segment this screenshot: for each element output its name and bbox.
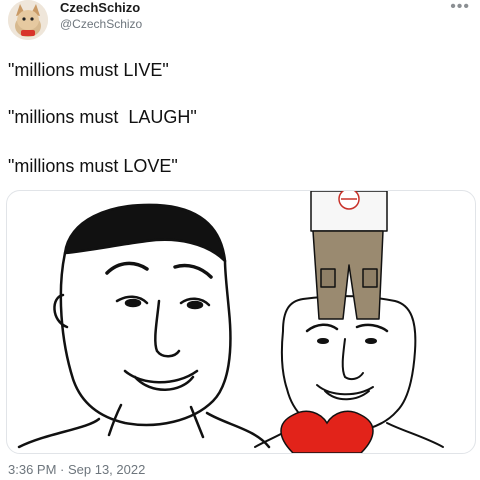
tweet-timestamp[interactable]: 3:36 PM · Sep 13, 2022 [8,462,145,477]
display-name[interactable]: CzechSchizo [60,0,140,15]
pants-on-head [310,191,388,320]
tweet-media-image[interactable] [6,190,476,454]
meme-illustration [17,191,444,453]
user-handle[interactable]: @CzechSchizo [60,17,142,31]
tweet-text-line-2: "millions must LAUGH" [8,107,197,127]
wojak-left [17,203,271,449]
tweet-text-line-3: "millions must LOVE" [8,156,178,176]
more-horizontal-icon[interactable]: ••• [450,0,470,16]
tweet-text-line-1: "millions must LIVE" [8,60,169,80]
heart-icon [280,410,374,453]
tweet-header: CzechSchizo @CzechSchizo ••• [0,0,480,40]
avatar[interactable] [8,0,48,40]
